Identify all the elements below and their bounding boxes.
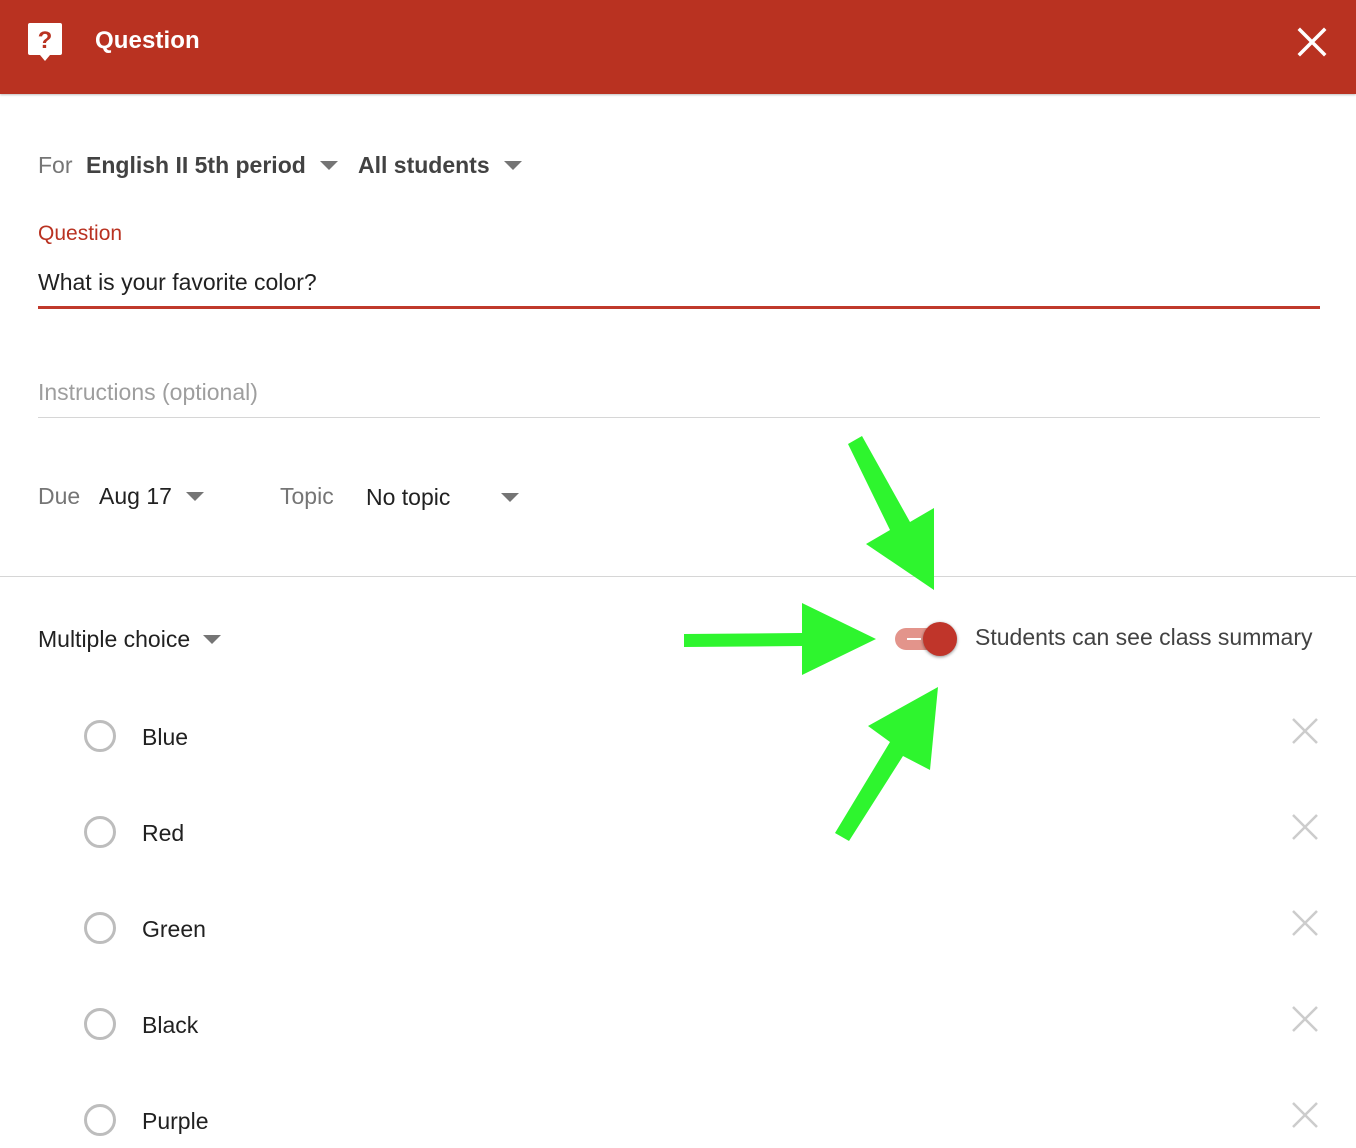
radio-button[interactable]	[84, 1104, 116, 1136]
svg-text:?: ?	[38, 27, 53, 54]
choice-label: Blue	[142, 724, 189, 750]
dialog-header: ? Question	[0, 0, 1356, 94]
choice-label: Purple	[142, 1108, 209, 1134]
topic-dropdown[interactable]: No topic	[366, 484, 520, 511]
due-date-value: Aug 17	[99, 483, 172, 509]
topic-label: Topic	[280, 483, 334, 509]
arrow-down-right-icon	[848, 436, 934, 590]
for-label: For	[38, 152, 73, 178]
class-dropdown[interactable]: English II 5th period	[86, 152, 338, 179]
topic-value: No topic	[366, 484, 451, 510]
choice-label: Black	[142, 1012, 199, 1038]
toggle-on-mark	[907, 638, 921, 640]
question-bubble-icon: ?	[27, 22, 63, 64]
remove-choice-icon[interactable]	[1290, 1100, 1320, 1130]
due-date-dropdown[interactable]: Aug 17	[99, 483, 204, 510]
instructions-underline	[38, 417, 1320, 418]
chevron-down-icon	[501, 493, 520, 502]
choice-item: Purple	[82, 1102, 1332, 1148]
remove-choice-icon[interactable]	[1290, 812, 1320, 842]
choice-item: Blue	[82, 718, 1332, 764]
arrow-right-icon	[684, 603, 876, 675]
toggle-thumb	[923, 622, 957, 656]
close-icon[interactable]	[1293, 23, 1331, 61]
students-dropdown[interactable]: All students	[358, 152, 522, 179]
chevron-down-icon	[319, 161, 338, 170]
class-name: English II 5th period	[86, 152, 306, 178]
remove-choice-icon[interactable]	[1290, 908, 1320, 938]
question-input[interactable]	[38, 264, 1320, 300]
question-type-value: Multiple choice	[38, 626, 191, 652]
remove-choice-icon[interactable]	[1290, 716, 1320, 746]
question-label: Question	[38, 222, 123, 245]
choice-label: Red	[142, 820, 185, 846]
question-underline	[38, 306, 1320, 309]
section-divider	[0, 576, 1356, 577]
remove-choice-icon[interactable]	[1290, 1004, 1320, 1034]
question-type-dropdown[interactable]: Multiple choice	[38, 626, 222, 653]
radio-button[interactable]	[84, 816, 116, 848]
radio-button[interactable]	[84, 912, 116, 944]
choice-label: Green	[142, 916, 206, 942]
choice-item: Green	[82, 910, 1332, 956]
choice-item: Red	[82, 814, 1332, 860]
chevron-down-icon	[503, 161, 522, 170]
class-summary-toggle[interactable]	[893, 620, 963, 658]
dialog-title: Question	[95, 27, 200, 54]
chevron-down-icon	[203, 635, 222, 644]
due-label: Due	[38, 483, 81, 509]
chevron-down-icon	[185, 492, 204, 501]
students-value: All students	[358, 152, 490, 178]
instructions-input[interactable]	[38, 374, 1320, 410]
radio-button[interactable]	[84, 1008, 116, 1040]
class-summary-label: Students can see class summary	[975, 624, 1313, 650]
choice-item: Black	[82, 1006, 1332, 1052]
radio-button[interactable]	[84, 720, 116, 752]
